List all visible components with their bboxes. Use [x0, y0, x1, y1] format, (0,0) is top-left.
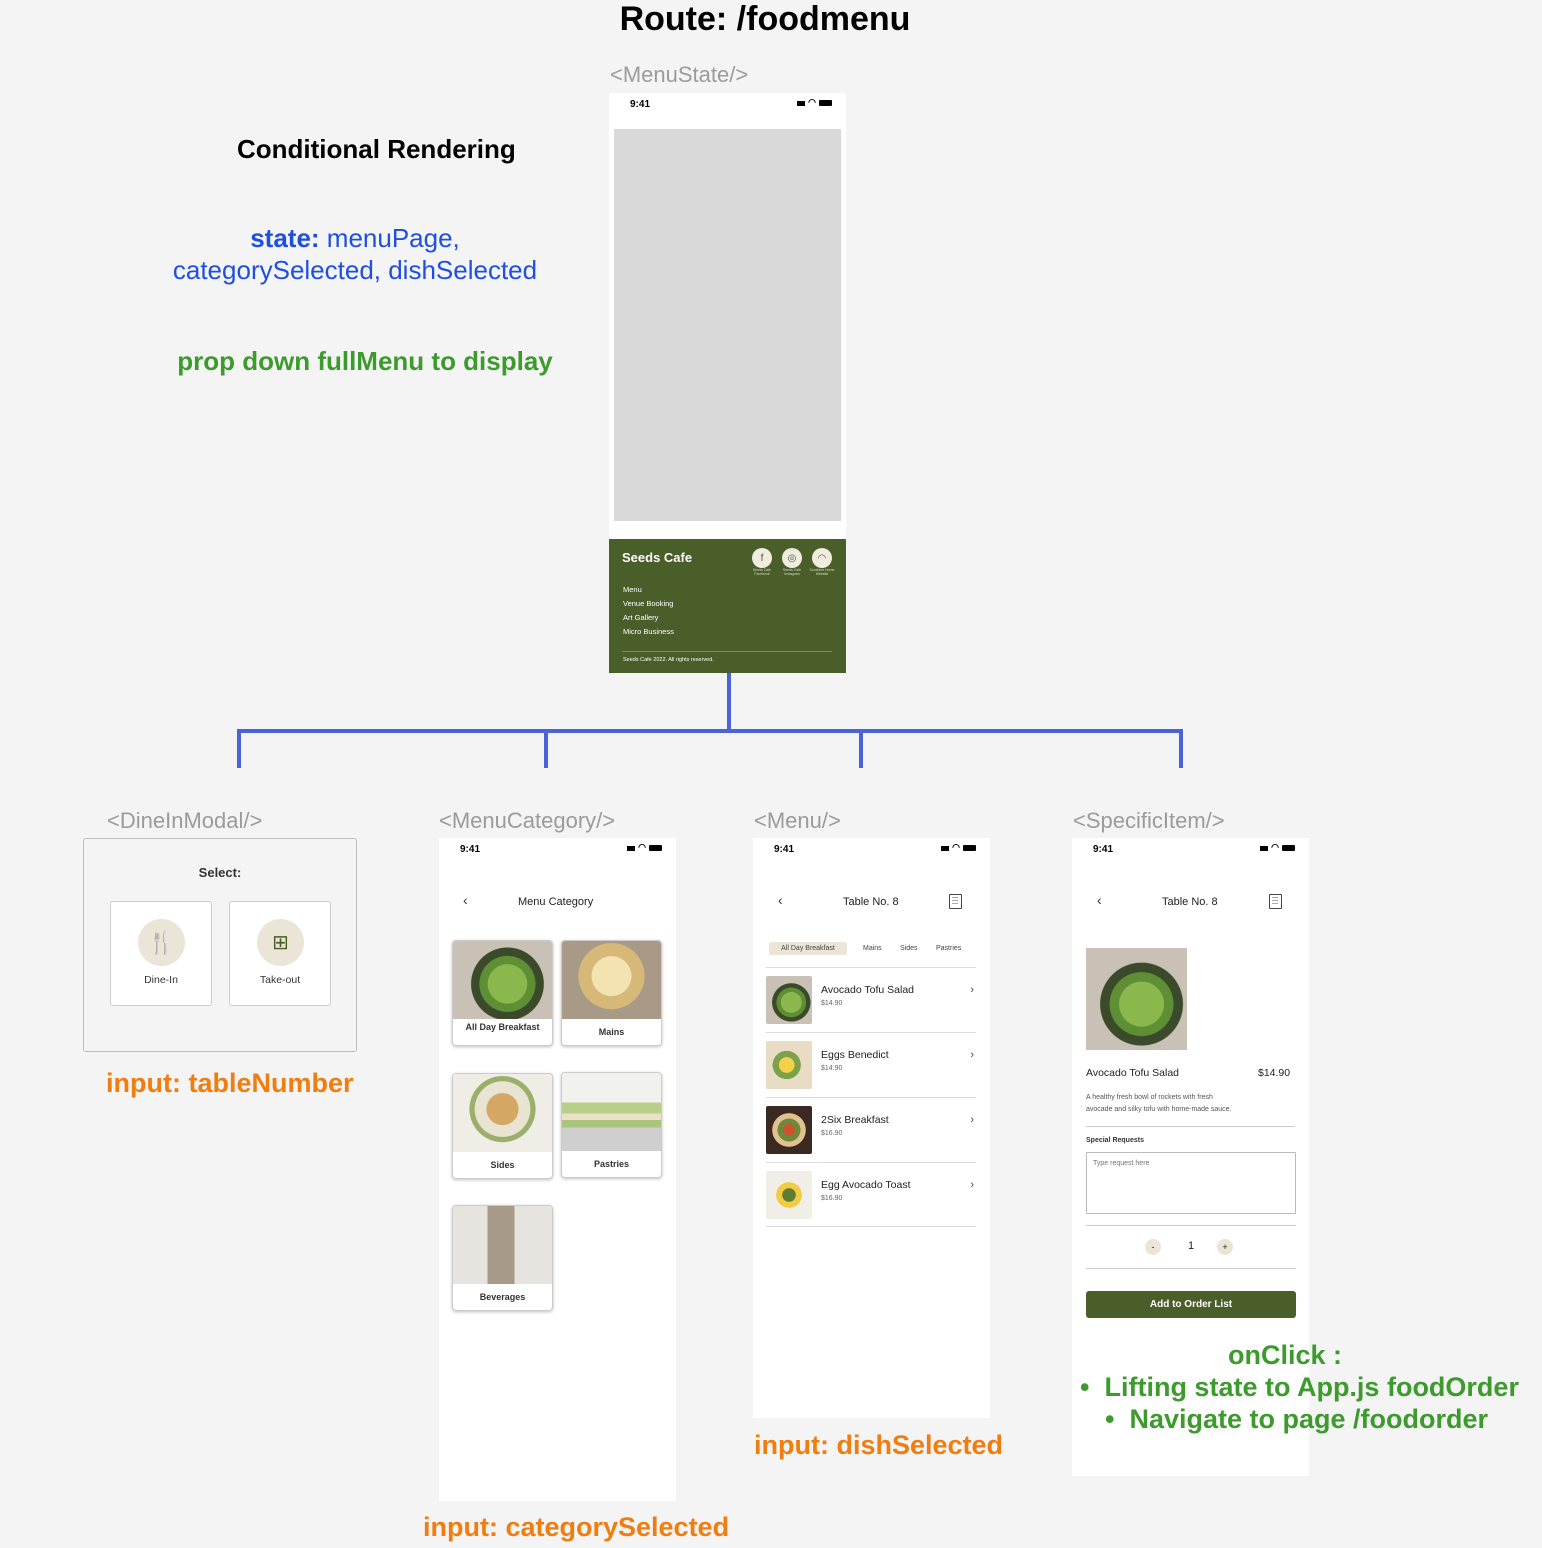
list-item[interactable]: 2Six Breakfast $16.90 › — [766, 1097, 976, 1162]
pasta-image — [562, 941, 661, 1019]
page-title: Menu Category — [518, 896, 594, 908]
chevron-right-icon: › — [970, 1114, 974, 1126]
menu-category-phone: 9:41 ◠ ‹ Menu Category All Day Breakfast… — [439, 838, 676, 1501]
status-bar: 9:41 ◠ — [753, 838, 990, 860]
item-name: Eggs Benedict — [821, 1049, 889, 1061]
category-label: Beverages — [479, 1292, 526, 1302]
dish-name: Avocado Tofu Salad — [1086, 1067, 1180, 1079]
item-price: $14.90 — [821, 1000, 843, 1007]
onclick-item-text: Navigate to page /foodorder — [1129, 1404, 1489, 1434]
onclick-item: • Navigate to page /foodorder — [1105, 1404, 1489, 1434]
status-time: 9:41 — [460, 844, 481, 855]
dine-in-modal: Select: 🍴 Dine-In ⊞ Take-out — [83, 838, 357, 1052]
take-out-label: Take-out — [259, 974, 301, 986]
status-time: 9:41 — [774, 844, 795, 855]
special-request-input[interactable] — [1086, 1152, 1296, 1214]
item-name: Egg Avocado Toast — [821, 1179, 911, 1191]
category-card-pastries[interactable]: Pastries — [561, 1072, 662, 1178]
status-time: 9:41 — [1093, 844, 1114, 855]
input-category-note: input: categorySelected — [423, 1512, 730, 1542]
status-icons: ◠ — [627, 842, 662, 853]
onclick-title: onClick : — [1228, 1340, 1343, 1370]
order-list-icon[interactable]: — — — — [1269, 894, 1282, 909]
category-card-mains[interactable]: Mains — [561, 940, 662, 1046]
dish-image — [1086, 948, 1187, 1050]
item-price: $14.90 — [821, 1065, 843, 1072]
dine-in-label: Dine-In — [144, 974, 178, 986]
order-list-icon[interactable]: — — — — [949, 894, 962, 909]
dine-in-option[interactable]: 🍴 Dine-In — [110, 901, 212, 1006]
dish-price: $14.90 — [1258, 1067, 1291, 1079]
item-name: Avocado Tofu Salad — [821, 984, 915, 996]
tab-mains[interactable]: Mains — [863, 945, 882, 952]
drink-image — [453, 1206, 552, 1284]
category-card-beverages[interactable]: Beverages — [452, 1205, 553, 1311]
status-icons: ◠ — [941, 842, 976, 853]
back-chevron-icon[interactable]: ‹ — [1097, 892, 1102, 908]
category-label: All Day Breakfast — [465, 1022, 540, 1032]
salad-image — [453, 941, 552, 1019]
breakfast-thumbnail — [766, 1106, 812, 1154]
tab-pastries[interactable]: Pastries — [936, 945, 961, 952]
menu-phone: 9:41 ◠ ‹ Table No. 8 — — — All Day Breakfa… — [753, 838, 990, 1418]
dish-description: A healthy fresh bowl of rockets with fre… — [1086, 1092, 1232, 1116]
list-item[interactable]: Egg Avocado Toast $16.90 › — [766, 1162, 976, 1227]
menu-category-label: <MenuCategory/> — [439, 808, 616, 833]
item-name: 2Six Breakfast — [821, 1114, 889, 1126]
back-chevron-icon[interactable]: ‹ — [463, 892, 468, 908]
list-item[interactable]: Avocado Tofu Salad $14.90 › — [766, 967, 976, 1032]
quantity-plus-button[interactable]: + — [1217, 1239, 1233, 1255]
list-item[interactable]: Eggs Benedict $14.90 › — [766, 1032, 976, 1097]
takeout-bag-icon: ⊞ — [257, 919, 304, 966]
category-card-breakfast[interactable]: All Day Breakfast — [452, 940, 553, 1046]
status-icons: ◠ — [1260, 842, 1295, 853]
chevron-right-icon: › — [970, 1049, 974, 1061]
dine-in-modal-label: <DineInModal/> — [107, 808, 263, 833]
onclick-item-text: Lifting state to App.js foodOrder — [1104, 1372, 1519, 1402]
status-bar: 9:41 ◠ — [439, 838, 676, 860]
item-price: $16.90 — [821, 1195, 843, 1202]
status-bar: 9:41 ◠ — [1072, 838, 1309, 860]
input-dish-note: input: dishSelected — [754, 1430, 1004, 1460]
cake-image — [562, 1073, 661, 1151]
specific-item-label: <SpecificItem/> — [1073, 808, 1225, 833]
eggs-thumbnail — [766, 1041, 812, 1089]
divider — [1086, 1268, 1296, 1269]
description-line: A healthy fresh bowl of rockets with fre… — [1086, 1094, 1213, 1101]
description-line: avocade and silky tofu with home-made sa… — [1086, 1106, 1232, 1113]
category-label: Mains — [598, 1027, 625, 1037]
tab-sides[interactable]: Sides — [900, 945, 918, 952]
category-label: Pastries — [593, 1159, 630, 1169]
special-requests-label: Special Requests — [1086, 1137, 1144, 1144]
menu-label: <Menu/> — [754, 808, 841, 833]
tab-all-day-breakfast[interactable]: All Day Breakfast — [769, 942, 847, 955]
input-table-note: input: tableNumber — [106, 1068, 354, 1098]
page-title: Table No. 8 — [1162, 896, 1218, 908]
utensils-icon: 🍴 — [138, 919, 185, 966]
divider — [1086, 1126, 1295, 1127]
item-price: $16.90 — [821, 1130, 843, 1137]
page-title: Table No. 8 — [843, 896, 899, 908]
pie-image — [453, 1074, 552, 1152]
salad-thumbnail — [766, 976, 812, 1024]
category-card-sides[interactable]: Sides — [452, 1073, 553, 1179]
take-out-option[interactable]: ⊞ Take-out — [229, 901, 331, 1006]
category-label: Sides — [490, 1160, 515, 1170]
quantity-minus-button[interactable]: - — [1145, 1239, 1161, 1255]
chevron-right-icon: › — [970, 984, 974, 996]
onclick-item: • Lifting state to App.js foodOrder — [1080, 1372, 1519, 1402]
quantity-value: 1 — [1188, 1240, 1195, 1252]
modal-title: Select: — [198, 865, 242, 880]
chevron-right-icon: › — [970, 1179, 974, 1191]
toast-thumbnail — [766, 1171, 812, 1219]
divider — [1086, 1225, 1296, 1226]
back-chevron-icon[interactable]: ‹ — [778, 892, 783, 908]
add-to-order-button[interactable]: Add to Order List — [1086, 1291, 1296, 1318]
